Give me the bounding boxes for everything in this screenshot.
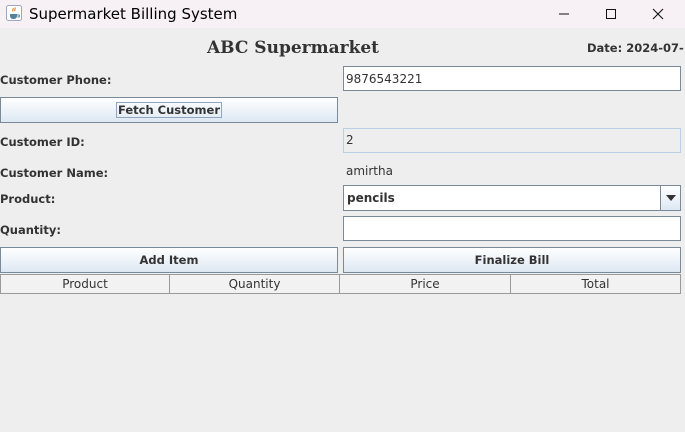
customer-phone-label: Customer Phone: xyxy=(0,73,112,87)
finalize-bill-button[interactable]: Finalize Bill xyxy=(343,247,681,273)
customer-phone-input[interactable] xyxy=(343,66,681,91)
customer-id-label: Customer ID: xyxy=(0,135,85,149)
minimize-icon xyxy=(559,13,569,15)
bill-table-header: Product Quantity Price Total xyxy=(0,274,681,294)
product-selected-value: pencils xyxy=(347,191,395,205)
product-select[interactable]: pencils xyxy=(343,185,681,211)
fetch-customer-button[interactable]: Fetch Customer xyxy=(0,97,338,123)
fetch-customer-label: Fetch Customer xyxy=(115,102,223,118)
maximize-button[interactable] xyxy=(588,0,634,28)
store-heading: ABC Supermarket xyxy=(206,38,380,58)
finalize-bill-label: Finalize Bill xyxy=(474,253,550,267)
quantity-label: Quantity: xyxy=(0,223,61,237)
customer-name-field: amirtha xyxy=(343,159,681,184)
title-bar: Supermarket Billing System xyxy=(0,0,685,28)
add-item-label: Add Item xyxy=(139,253,199,267)
java-cup-icon xyxy=(6,5,22,21)
date-label: Date: 2024-07-18 xyxy=(587,41,685,55)
chevron-down-icon[interactable] xyxy=(660,186,680,210)
close-button[interactable] xyxy=(635,0,681,28)
customer-name-label: Customer Name: xyxy=(0,166,109,180)
column-header-total[interactable]: Total xyxy=(511,274,681,294)
add-item-button[interactable]: Add Item xyxy=(0,247,338,273)
maximize-icon xyxy=(606,9,616,19)
column-header-quantity[interactable]: Quantity xyxy=(170,274,340,294)
quantity-input[interactable] xyxy=(343,216,681,241)
customer-id-field: 2 xyxy=(343,128,681,153)
window-title: Supermarket Billing System xyxy=(29,5,238,23)
close-icon xyxy=(652,8,664,20)
minimize-button[interactable] xyxy=(541,0,587,28)
product-label: Product: xyxy=(0,192,56,206)
column-header-product[interactable]: Product xyxy=(0,274,170,294)
column-header-price[interactable]: Price xyxy=(340,274,511,294)
